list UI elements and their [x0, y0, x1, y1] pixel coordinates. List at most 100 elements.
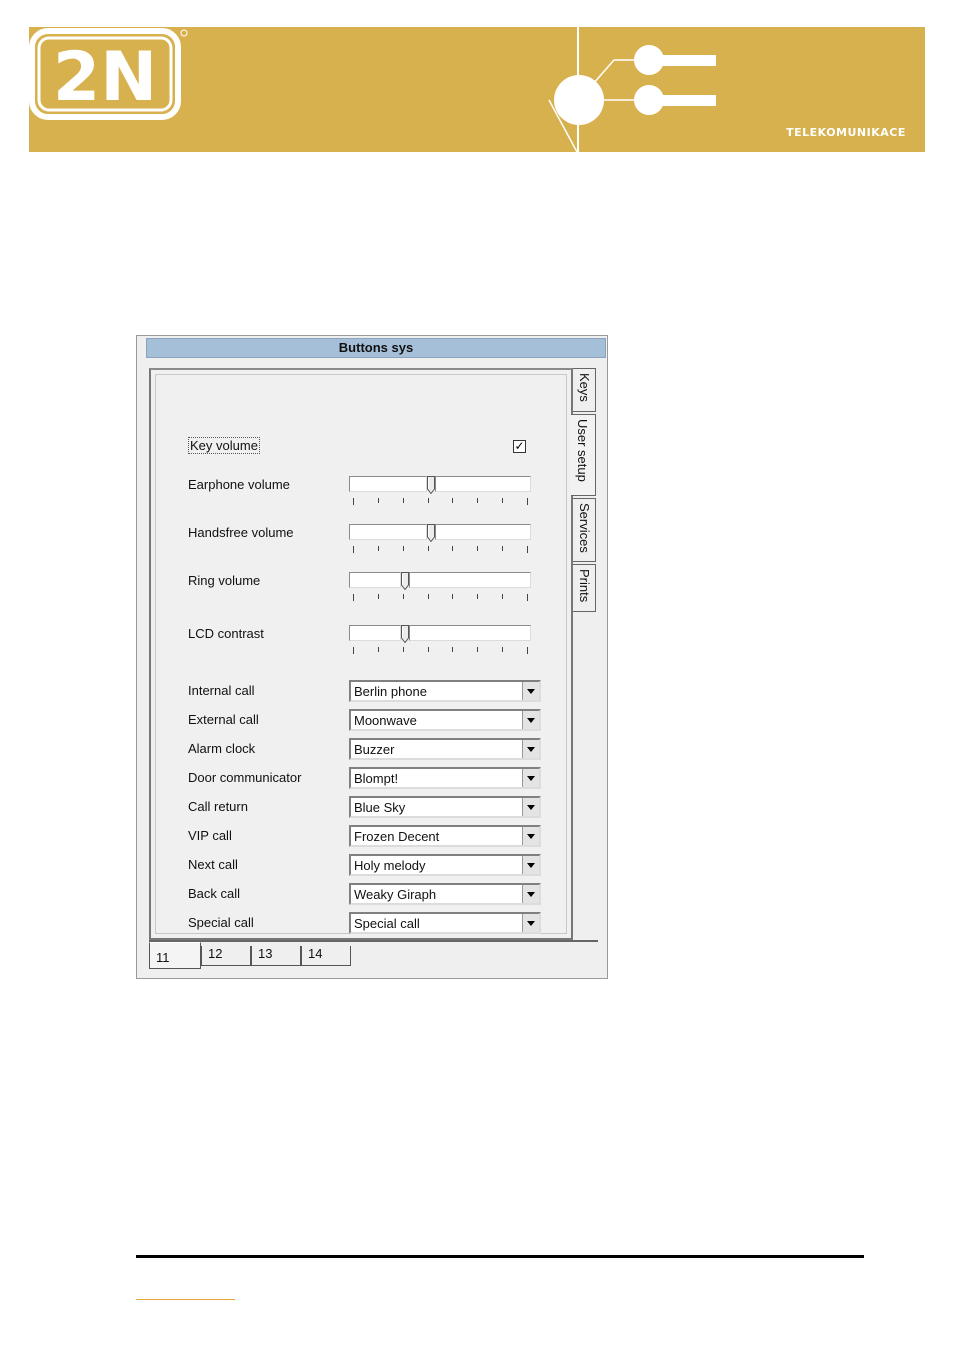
chevron-down-icon[interactable]	[522, 682, 539, 700]
slider-thumb[interactable]	[427, 476, 435, 494]
slider-tick	[527, 594, 528, 601]
chevron-down-icon[interactable]	[522, 856, 539, 874]
vip-call-select[interactable]: Frozen Decent	[349, 825, 541, 847]
chevron-down-icon[interactable]	[522, 769, 539, 787]
tab-user-setup[interactable]: User setup	[571, 414, 596, 496]
key-volume-label: Key volume	[188, 437, 260, 454]
earphone-volume-slider[interactable]	[349, 476, 531, 508]
call-return-select[interactable]: Blue Sky	[349, 796, 541, 818]
slider-tick	[477, 498, 478, 503]
tab-keys[interactable]: Keys	[573, 368, 596, 412]
tab-strip-divider	[149, 940, 598, 942]
slider-tick	[502, 647, 503, 652]
slider-tick	[527, 498, 528, 505]
slider-tick	[477, 594, 478, 599]
tab-11[interactable]: 11	[149, 942, 201, 969]
internal-call-value: Berlin phone	[354, 684, 427, 699]
slider-tick	[353, 498, 354, 505]
chevron-down-icon[interactable]	[522, 798, 539, 816]
back-call-select[interactable]: Weaky Giraph	[349, 883, 541, 905]
ring-volume-slider[interactable]	[349, 572, 531, 604]
tab-prints-label: Prints	[577, 569, 592, 603]
slider-thumb[interactable]	[401, 572, 409, 590]
external-call-select[interactable]: Moonwave	[349, 709, 541, 731]
combo-label-next-call: Next call	[188, 857, 238, 872]
slider-tick	[502, 594, 503, 599]
slider-thumb[interactable]	[427, 524, 435, 542]
tab-user-setup-label: User setup	[575, 419, 590, 482]
slider-tick	[403, 594, 404, 599]
special-call-select[interactable]: Special call	[349, 912, 541, 934]
alarm-clock-value: Buzzer	[354, 742, 395, 757]
chevron-down-icon[interactable]	[522, 740, 539, 758]
tab-keys-label: Keys	[577, 373, 592, 402]
slider-tick	[527, 546, 528, 553]
slider-tick	[428, 594, 429, 599]
handsfree-volume-slider[interactable]	[349, 524, 531, 556]
slider-tick	[452, 546, 453, 551]
slider-tick	[378, 647, 379, 652]
slider-label-handsfree-volume: Handsfree volume	[188, 525, 294, 540]
slider-tick	[353, 594, 354, 601]
slider-tick	[428, 647, 429, 652]
chevron-down-icon[interactable]	[522, 885, 539, 903]
tab-14-label: 14	[308, 946, 323, 961]
slider-track-empty	[435, 524, 531, 540]
tab-services[interactable]: Services	[573, 498, 596, 562]
slider-tick	[502, 498, 503, 503]
tab-services-label: Services	[577, 503, 592, 553]
chevron-down-icon[interactable]	[522, 914, 539, 932]
alarm-clock-select[interactable]: Buzzer	[349, 738, 541, 760]
slider-tick	[502, 546, 503, 551]
lcd-contrast-slider[interactable]	[349, 625, 531, 657]
buttons-sys-dialog: Buttons sys Key volume ✓ Earphone volume…	[136, 335, 608, 979]
next-call-select[interactable]: Holy melody	[349, 854, 541, 876]
slider-tick	[452, 647, 453, 652]
tab-12-label: 12	[208, 946, 223, 961]
slider-tick	[353, 647, 354, 654]
chevron-down-icon[interactable]	[522, 711, 539, 729]
combo-label-back-call: Back call	[188, 886, 241, 901]
slider-tick	[403, 647, 404, 652]
back-call-value: Weaky Giraph	[354, 887, 437, 902]
slider-tick	[477, 647, 478, 652]
door-communicator-value: Blompt!	[354, 771, 399, 786]
tab-11-label: 11	[156, 950, 170, 965]
footer-accent-line	[136, 1299, 235, 1300]
combo-label-door-communicator: Door communicator	[188, 770, 302, 785]
slider-track-filled	[349, 524, 427, 540]
chevron-down-icon[interactable]	[522, 827, 539, 845]
internal-call-select[interactable]: Berlin phone	[349, 680, 541, 702]
slider-tick	[378, 594, 379, 599]
next-call-value: Holy melody	[354, 858, 426, 873]
tab-13[interactable]: 13	[251, 946, 301, 966]
slider-tick	[353, 546, 354, 553]
slider-track-empty	[409, 572, 531, 588]
slider-track-empty	[409, 625, 531, 641]
key-volume-row[interactable]: Key volume	[188, 437, 260, 454]
tab-13-label: 13	[258, 946, 273, 961]
external-call-value: Moonwave	[354, 713, 417, 728]
slider-tick	[452, 498, 453, 503]
slider-tick	[527, 647, 528, 654]
slider-thumb[interactable]	[401, 625, 409, 643]
combo-label-alarm-clock: Alarm clock	[188, 741, 256, 756]
tab-14[interactable]: 14	[301, 946, 351, 966]
key-volume-checkbox[interactable]: ✓	[513, 440, 526, 453]
combo-label-special-call: Special call	[188, 915, 254, 930]
vip-call-value: Frozen Decent	[354, 829, 440, 844]
slider-track-empty	[435, 476, 531, 492]
door-communicator-select[interactable]: Blompt!	[349, 767, 541, 789]
slider-tick	[378, 498, 379, 503]
slider-tick	[403, 498, 404, 503]
combo-label-internal-call: Internal call	[188, 683, 255, 698]
special-call-value: Special call	[354, 916, 420, 931]
tab-prints[interactable]: Prints	[573, 564, 596, 612]
slider-tick	[378, 546, 379, 551]
slider-tick	[452, 594, 453, 599]
call-return-value: Blue Sky	[354, 800, 406, 815]
slider-tick	[428, 498, 429, 503]
header-banner: 2N TELEKOMUNIKACE	[29, 27, 925, 152]
brand-logo-text: 2N	[53, 38, 157, 117]
tab-12[interactable]: 12	[201, 946, 251, 966]
